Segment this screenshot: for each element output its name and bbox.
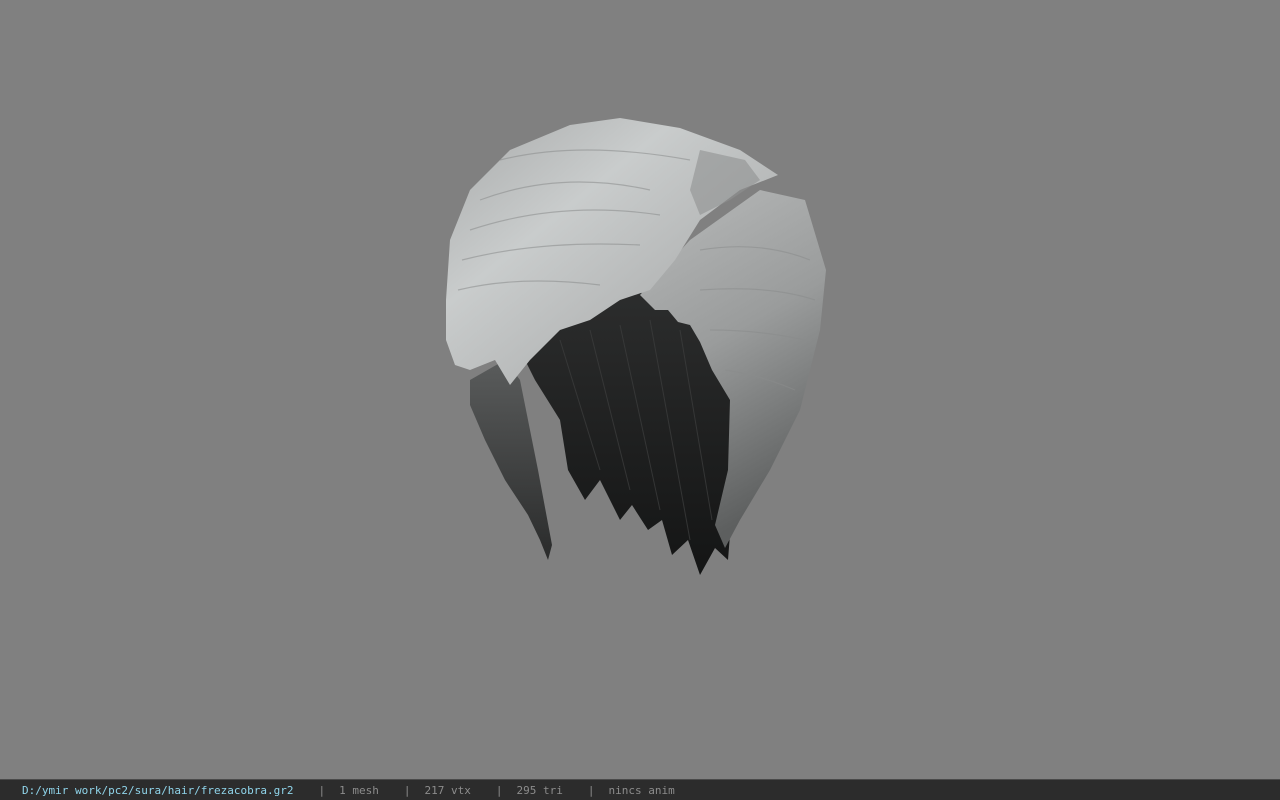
triangle-count: 295 tri: [516, 783, 563, 797]
animation-status: nincs anim: [608, 783, 675, 797]
separator: |: [495, 783, 503, 797]
vertex-count: 217 vtx: [424, 783, 471, 797]
hair-model[interactable]: [0, 0, 1280, 779]
separator: |: [318, 783, 326, 797]
status-bar: D:/ymir work/pc2/sura/hair/frezacobra.gr…: [0, 779, 1280, 800]
hair-left-lock: [470, 360, 552, 560]
separator: |: [403, 783, 411, 797]
mesh-count: 1 mesh: [339, 783, 379, 797]
separator: |: [587, 783, 595, 797]
file-path: D:/ymir work/pc2/sura/hair/frezacobra.gr…: [22, 783, 294, 797]
3d-viewport[interactable]: [0, 0, 1280, 779]
